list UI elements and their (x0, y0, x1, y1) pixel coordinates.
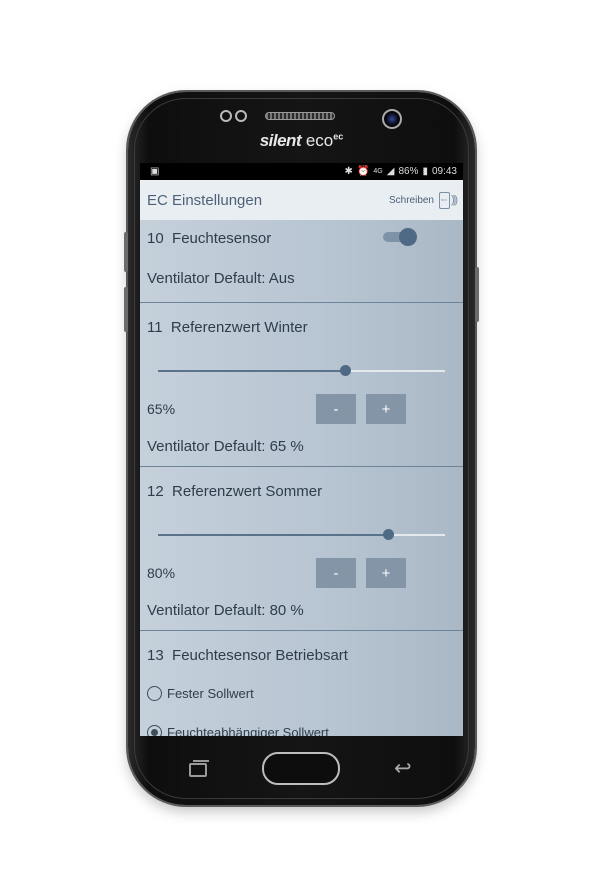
slider-fill (158, 534, 388, 536)
back-key-icon[interactable]: ↩ (394, 756, 412, 781)
setting-title: 13 Feuchtesensor Betriebsart (147, 647, 348, 664)
slider-thumb[interactable] (382, 529, 394, 540)
fan-default-text: Ventilator Default: 80 % (147, 602, 304, 619)
summer-value: 80% (147, 565, 176, 581)
nfc-waves-icon: ))) (451, 194, 458, 206)
alarm-icon: ⏰ (356, 166, 370, 177)
option-feuchteabhaengiger-sollwert[interactable]: Feuchteabhängiger Sollwert (140, 701, 463, 736)
proximity-sensor (220, 110, 232, 122)
value-row: 80% - + (140, 558, 463, 588)
volume-down-button[interactable] (124, 287, 128, 332)
volume-up-button[interactable] (124, 232, 128, 272)
phone-frame: silent ecoec ▣ ✱ ⏰ 4G ◢ 86% ▮ 09:43 EC E… (124, 92, 479, 805)
page-title: EC Einstellungen (147, 191, 263, 209)
device-brand-logo: silent ecoec (259, 131, 344, 150)
nfc-write-button[interactable]: NFC ))) (439, 191, 458, 209)
setting-10-feuchtesensor: 10 Feuchtesensor Ventilator Default: Aus (140, 220, 463, 303)
feuchtesensor-toggle[interactable] (383, 228, 417, 246)
network-type: 4G (373, 168, 383, 175)
power-button[interactable] (475, 267, 479, 322)
setting-13-feuchtesensor-betriebsart: 13 Feuchtesensor Betriebsart Fester Soll… (140, 631, 463, 736)
radio-button[interactable] (147, 686, 162, 701)
winter-slider[interactable] (158, 365, 445, 376)
fan-default-text: Ventilator Default: 65 % (147, 438, 304, 455)
setting-12-referenzwert-sommer: 12 Referenzwert Sommer 80% - + Ventilato… (140, 467, 463, 631)
value-row: 65% - + (140, 394, 463, 424)
option-fester-sollwert[interactable]: Fester Sollwert (140, 664, 463, 701)
signal-icon: ◢ (386, 166, 395, 177)
home-button[interactable] (262, 752, 340, 785)
status-bar: ▣ ✱ ⏰ 4G ◢ 86% ▮ 09:43 (140, 163, 463, 180)
battery-percent: 86% (398, 166, 419, 177)
option-label: Feuchteabhängiger Sollwert (167, 725, 329, 736)
write-button-label[interactable]: Schreiben (389, 195, 434, 206)
earpiece-speaker (265, 112, 335, 120)
settings-list: 10 Feuchtesensor Ventilator Default: Aus… (140, 220, 463, 736)
fan-default-text: Ventilator Default: Aus (147, 270, 295, 287)
summer-decrease-button[interactable]: - (316, 558, 356, 588)
recent-apps-key[interactable] (189, 760, 209, 777)
app-bar: EC Einstellungen Schreiben NFC ))) (140, 180, 463, 220)
toggle-knob (399, 228, 417, 246)
battery-icon: ▮ (422, 166, 428, 177)
radio-button[interactable] (147, 725, 162, 736)
slider-fill (158, 370, 345, 372)
app-screen: ▣ ✱ ⏰ 4G ◢ 86% ▮ 09:43 EC Einstellungen … (140, 163, 463, 736)
summer-slider[interactable] (158, 529, 445, 540)
winter-value: 65% (147, 401, 176, 417)
setting-title: 11 Referenzwert Winter (147, 319, 308, 336)
gallery-notification-icon: ▣ (150, 166, 160, 177)
option-label: Fester Sollwert (167, 686, 254, 701)
light-sensor (235, 110, 247, 122)
summer-increase-button[interactable]: + (366, 558, 406, 588)
bluetooth-icon: ✱ (344, 166, 353, 177)
clock: 09:43 (431, 166, 457, 177)
nfc-phone-icon: NFC (439, 191, 450, 209)
front-camera (382, 109, 402, 129)
slider-thumb[interactable] (339, 365, 351, 376)
setting-11-referenzwert-winter: 11 Referenzwert Winter 65% - + Ventilato… (140, 303, 463, 467)
winter-decrease-button[interactable]: - (316, 394, 356, 424)
winter-increase-button[interactable]: + (366, 394, 406, 424)
setting-title: 12 Referenzwert Sommer (147, 483, 323, 500)
